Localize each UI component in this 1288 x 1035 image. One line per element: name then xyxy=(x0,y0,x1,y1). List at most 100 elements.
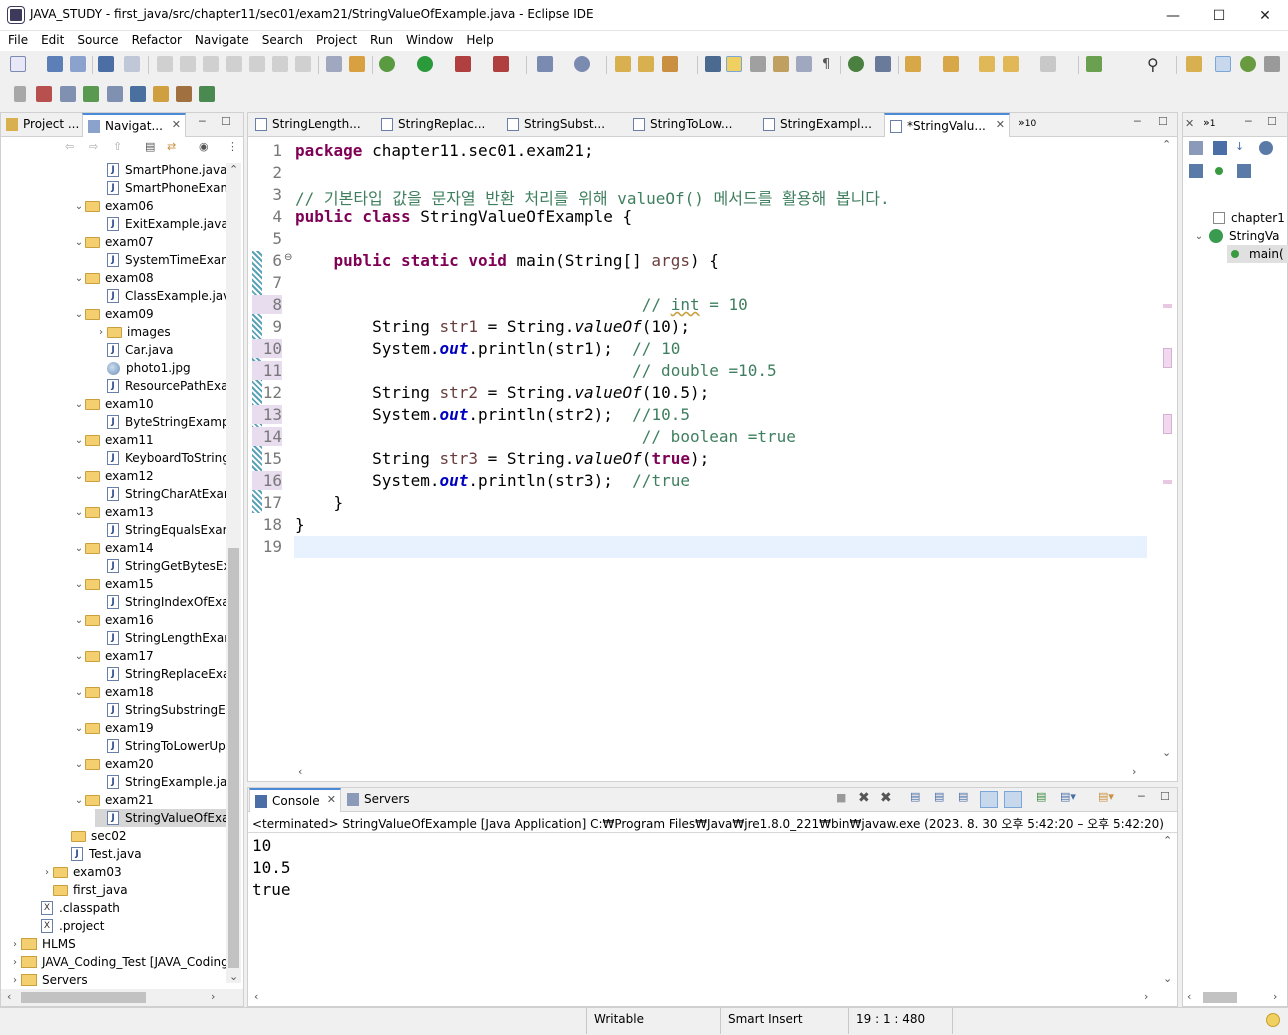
tree-item[interactable]: ⌄ exam15 xyxy=(73,575,154,593)
run-icon[interactable] xyxy=(417,56,433,72)
tab-overflow[interactable]: »1 xyxy=(1203,116,1215,129)
remove-launch-icon[interactable]: ✖ xyxy=(858,790,870,806)
console-output[interactable]: 10 10.5 true xyxy=(252,835,291,901)
scroll-left-icon[interactable]: ‹ xyxy=(1187,990,1191,1003)
tree-item[interactable]: J SystemTimeExamp xyxy=(95,251,227,269)
remove-all-icon[interactable]: ✖ xyxy=(880,790,892,806)
debug-icon[interactable] xyxy=(379,56,395,72)
tree-item[interactable]: J StringEqualsExamp xyxy=(95,521,227,539)
close-icon[interactable]: ✕ xyxy=(172,118,181,131)
hide-local-types-icon[interactable] xyxy=(1237,164,1251,178)
tree-item[interactable]: ⌄ exam11 xyxy=(73,431,154,449)
filter-icon[interactable]: ◉ xyxy=(199,140,209,153)
scroll-up-icon[interactable]: ⌃ xyxy=(229,163,238,176)
hide-fields-icon[interactable] xyxy=(1189,141,1203,155)
console-vertical-scrollbar[interactable]: ⌃ ⌄ xyxy=(1160,834,1175,989)
tree-item[interactable]: › JAVA_Coding_Test [JAVA_Coding xyxy=(9,953,227,971)
scroll-thumb[interactable] xyxy=(228,548,239,968)
annotation-marker[interactable] xyxy=(1163,304,1172,308)
restore-icon[interactable] xyxy=(14,86,26,102)
tree-item[interactable]: J StringIndexOfExam xyxy=(95,593,227,611)
menu-run[interactable]: Run xyxy=(362,31,398,47)
close-icon[interactable]: ✕ xyxy=(1185,117,1194,130)
save-icon[interactable] xyxy=(47,56,63,72)
chevron-down-icon[interactable]: ⌄ xyxy=(1193,231,1205,242)
open-type-icon[interactable] xyxy=(615,56,631,72)
lightbulb-icon[interactable] xyxy=(1266,1013,1280,1027)
outline-item[interactable]: ⌄ StringVa xyxy=(1193,227,1279,245)
chevron-down-icon[interactable]: ⌄ xyxy=(73,687,85,698)
scroll-up-icon[interactable]: ⌃ xyxy=(1163,834,1172,847)
show-stderr-icon[interactable] xyxy=(1004,791,1022,808)
download-icon[interactable] xyxy=(199,86,215,102)
chevron-right-icon[interactable]: › xyxy=(9,975,21,986)
scroll-down-icon[interactable]: ⌄ xyxy=(1162,746,1171,759)
chevron-down-icon[interactable]: ⌄ xyxy=(73,435,85,446)
collapse-all-icon[interactable]: ▤ xyxy=(145,140,155,153)
debug-perspective-icon[interactable] xyxy=(1240,56,1256,72)
scroll-down-icon[interactable]: ⌄ xyxy=(1163,972,1172,985)
tree-item[interactable]: J StringSubstringExa xyxy=(95,701,227,719)
forward-icon[interactable] xyxy=(1040,56,1056,72)
disconnect-icon[interactable] xyxy=(226,56,242,72)
scroll-right-icon[interactable]: › xyxy=(1132,765,1136,778)
search-tool-icon[interactable] xyxy=(662,56,678,72)
up-icon[interactable]: ⇧ xyxy=(113,140,122,153)
tree-item[interactable]: J SmartPhone.java xyxy=(95,161,227,179)
scroll-left-icon[interactable]: ‹ xyxy=(298,765,302,778)
external-tools-icon[interactable] xyxy=(493,56,509,72)
chevron-down-icon[interactable]: ⌄ xyxy=(73,543,85,554)
back-icon[interactable] xyxy=(1003,56,1019,72)
maximize-view-icon[interactable]: ☐ xyxy=(221,115,231,128)
collapse-all-icon[interactable] xyxy=(1213,141,1227,155)
chevron-right-icon[interactable]: › xyxy=(95,327,107,338)
tree-item[interactable]: J StringExample.java xyxy=(95,773,227,791)
scroll-right-icon[interactable]: › xyxy=(1273,990,1277,1003)
maximize-button[interactable]: ☐ xyxy=(1196,0,1242,31)
tree-item[interactable]: J KeyboardToStringE xyxy=(95,449,227,467)
chevron-down-icon[interactable]: ⌄ xyxy=(73,615,85,626)
tree-item[interactable]: J StringCharAtExam xyxy=(95,485,227,503)
show-whitespace-icon[interactable] xyxy=(796,56,812,72)
tab-navigator[interactable]: Navigat... ✕ xyxy=(82,113,186,137)
coverage-icon[interactable] xyxy=(455,56,471,72)
tree-item[interactable]: ⌄ exam08 xyxy=(73,269,154,287)
tree-item[interactable]: ⌄ exam09 xyxy=(73,305,154,323)
hscroll-thumb[interactable] xyxy=(1203,992,1237,1003)
fold-collapse-icon[interactable]: ⊖ xyxy=(284,252,292,263)
tree-item[interactable]: J Test.java xyxy=(59,845,142,863)
code-line-17[interactable]: } xyxy=(295,493,344,512)
terminate-icon[interactable] xyxy=(203,56,219,72)
tree-item[interactable]: ⌄ exam12 xyxy=(73,467,154,485)
tab-stringtolower[interactable]: StringToLow... xyxy=(628,113,752,137)
back-arrow-icon[interactable]: ⇦ xyxy=(65,140,74,153)
tab-stringexample[interactable]: StringExampl... xyxy=(758,113,882,137)
minimize-view-icon[interactable]: ─ xyxy=(1134,115,1141,128)
forward-arrow-icon[interactable]: ⇨ xyxy=(89,140,98,153)
close-icon[interactable]: ✕ xyxy=(327,793,336,806)
globe-icon[interactable] xyxy=(848,56,864,72)
maximize-view-icon[interactable]: ☐ xyxy=(1160,790,1170,803)
chevron-down-icon[interactable]: ⌄ xyxy=(73,273,85,284)
tree-item[interactable]: › exam03 xyxy=(41,863,122,881)
tree-item[interactable]: J StringLengthExam xyxy=(95,629,227,647)
use-step-filters-icon[interactable] xyxy=(326,56,342,72)
tasks-icon[interactable] xyxy=(153,86,169,102)
skip-breakpoints-icon[interactable] xyxy=(124,56,140,72)
last-edit-icon[interactable] xyxy=(979,56,995,72)
annotation-marker[interactable] xyxy=(1163,348,1172,368)
mark-occurrences-icon[interactable] xyxy=(726,56,742,72)
scroll-up-icon[interactable]: ⌃ xyxy=(1162,138,1171,151)
menu-help[interactable]: Help xyxy=(458,31,498,47)
sort-icon[interactable]: ↓ xyxy=(1235,140,1244,153)
open-console-icon[interactable] xyxy=(98,56,114,72)
chevron-down-icon[interactable]: ⌄ xyxy=(73,795,85,806)
public-members-icon[interactable] xyxy=(1215,167,1223,175)
scroll-lock-icon[interactable]: ▤ xyxy=(934,790,944,803)
tree-item[interactable]: first_java xyxy=(41,881,128,899)
menu-edit[interactable]: Edit xyxy=(33,31,69,47)
code-line-6[interactable]: public static void main(String[] args) { xyxy=(295,251,719,270)
pilcrow-icon[interactable]: ¶ xyxy=(822,57,830,72)
menu-source[interactable]: Source xyxy=(69,31,123,47)
suspend-icon[interactable] xyxy=(180,56,196,72)
